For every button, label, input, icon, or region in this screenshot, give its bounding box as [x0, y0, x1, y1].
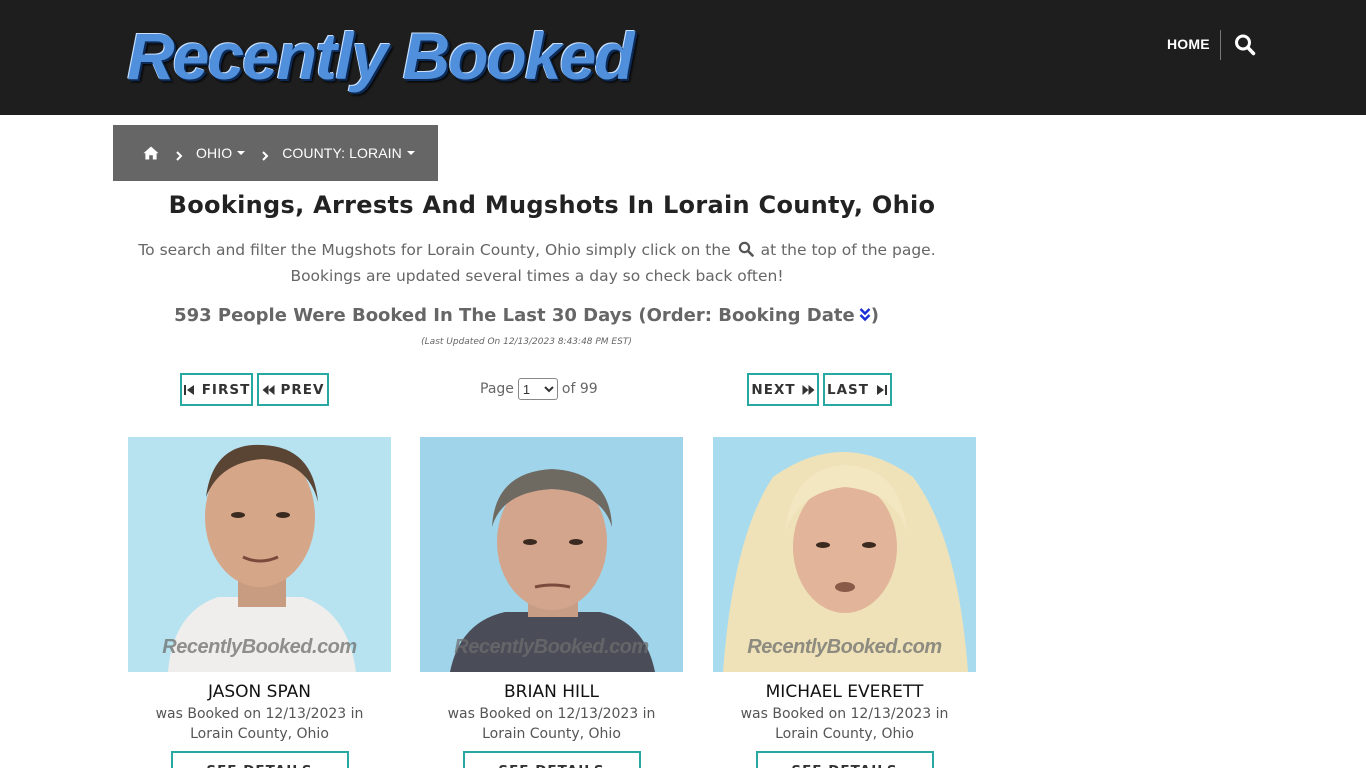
- watermark: RecentlyBooked.com: [747, 636, 942, 658]
- breadcrumb-label: OHIO: [196, 145, 233, 161]
- booking-date-line: was Booked on 12/13/2023 in: [155, 706, 364, 722]
- see-details-button[interactable]: SEE DETAILS: [170, 751, 349, 768]
- booking-count: 593 People Were Booked In The Last 30 Da…: [113, 305, 940, 326]
- count-text: 593 People Were Booked In The Last 30 Da…: [174, 305, 855, 326]
- caret-down-icon: [406, 151, 415, 155]
- watermark: RecentlyBooked.com: [454, 636, 649, 658]
- booking-info: was Booked on 12/13/2023 in Lorain Count…: [713, 704, 976, 744]
- double-chevron-down-icon[interactable]: [859, 307, 871, 323]
- booking-info: was Booked on 12/13/2023 in Lorain Count…: [420, 704, 683, 744]
- intro-text: To search and filter the Mugshots for Lo…: [113, 237, 961, 289]
- mugshot-image[interactable]: RecentlyBooked.com: [128, 437, 391, 672]
- chevron-right-icon: [261, 148, 269, 161]
- last-updated: (Last Updated On 12/13/2023 8:43:48 PM E…: [421, 337, 632, 347]
- person-name[interactable]: MICHAEL EVERETT: [713, 682, 976, 702]
- booking-date-line: was Booked on 12/13/2023 in: [740, 706, 949, 722]
- page-total: of 99: [561, 381, 598, 397]
- prev-page-button[interactable]: PREV: [257, 373, 329, 406]
- person-name[interactable]: BRIAN HILL: [420, 682, 683, 702]
- chevron-right-icon: [175, 148, 183, 161]
- first-page-button[interactable]: FIRST: [180, 373, 253, 406]
- search-icon[interactable]: [1234, 33, 1256, 57]
- count-close: ): [870, 305, 879, 326]
- person-name[interactable]: JASON SPAN: [128, 682, 391, 702]
- nav-home-link[interactable]: HOME: [1167, 36, 1210, 52]
- site-logo[interactable]: Recently Booked: [127, 18, 634, 94]
- booking-card: RecentlyBooked.com JASON SPAN was Booked…: [128, 437, 391, 768]
- next-page-button[interactable]: NEXT: [747, 373, 819, 406]
- page-select[interactable]: 1: [517, 378, 558, 400]
- last-page-button[interactable]: LAST: [823, 373, 892, 406]
- see-details-button[interactable]: SEE DETAILS: [755, 751, 934, 768]
- booking-card: RecentlyBooked.com BRIAN HILL was Booked…: [420, 437, 683, 768]
- nav-divider: [1220, 30, 1221, 60]
- fast-forward-icon: [802, 384, 815, 395]
- site-header: Recently Booked HOME: [0, 0, 1366, 115]
- first-label: FIRST: [201, 381, 251, 398]
- booking-date-line: was Booked on 12/13/2023 in: [447, 706, 656, 722]
- booking-info: was Booked on 12/13/2023 in Lorain Count…: [128, 704, 391, 744]
- breadcrumb-label: COUNTY: LORAIN: [282, 145, 402, 161]
- page-title: Bookings, Arrests And Mugshots In Lorain…: [168, 191, 936, 219]
- inline-search-icon: [738, 239, 754, 257]
- watermark: RecentlyBooked.com: [162, 636, 357, 658]
- caret-down-icon: [237, 151, 246, 155]
- see-details-button[interactable]: SEE DETAILS: [462, 751, 641, 768]
- booking-location-line: Lorain County, Ohio: [482, 726, 621, 742]
- mugshot-image[interactable]: RecentlyBooked.com: [713, 437, 976, 672]
- home-icon[interactable]: [143, 145, 159, 161]
- logo-text: Recently Booked: [127, 19, 634, 93]
- rewind-icon: [262, 384, 275, 395]
- page-label: Page: [480, 381, 514, 397]
- breadcrumb-item-county[interactable]: COUNTY: LORAIN: [282, 145, 415, 161]
- breadcrumb: OHIO COUNTY: LORAIN: [113, 125, 438, 181]
- booking-location-line: Lorain County, Ohio: [775, 726, 914, 742]
- booking-location-line: Lorain County, Ohio: [190, 726, 329, 742]
- intro-text-before: To search and filter the Mugshots for Lo…: [138, 241, 731, 259]
- prev-label: PREV: [280, 381, 325, 398]
- breadcrumb-item-ohio[interactable]: OHIO: [196, 145, 246, 161]
- last-label: LAST: [827, 381, 869, 398]
- first-icon: [183, 384, 194, 395]
- page-selector: Page 1 of 99: [480, 377, 598, 401]
- booking-card: RecentlyBooked.com MICHAEL EVERETT was B…: [713, 437, 976, 768]
- last-icon: [876, 384, 887, 395]
- next-label: NEXT: [751, 381, 796, 398]
- mugshot-image[interactable]: RecentlyBooked.com: [420, 437, 683, 672]
